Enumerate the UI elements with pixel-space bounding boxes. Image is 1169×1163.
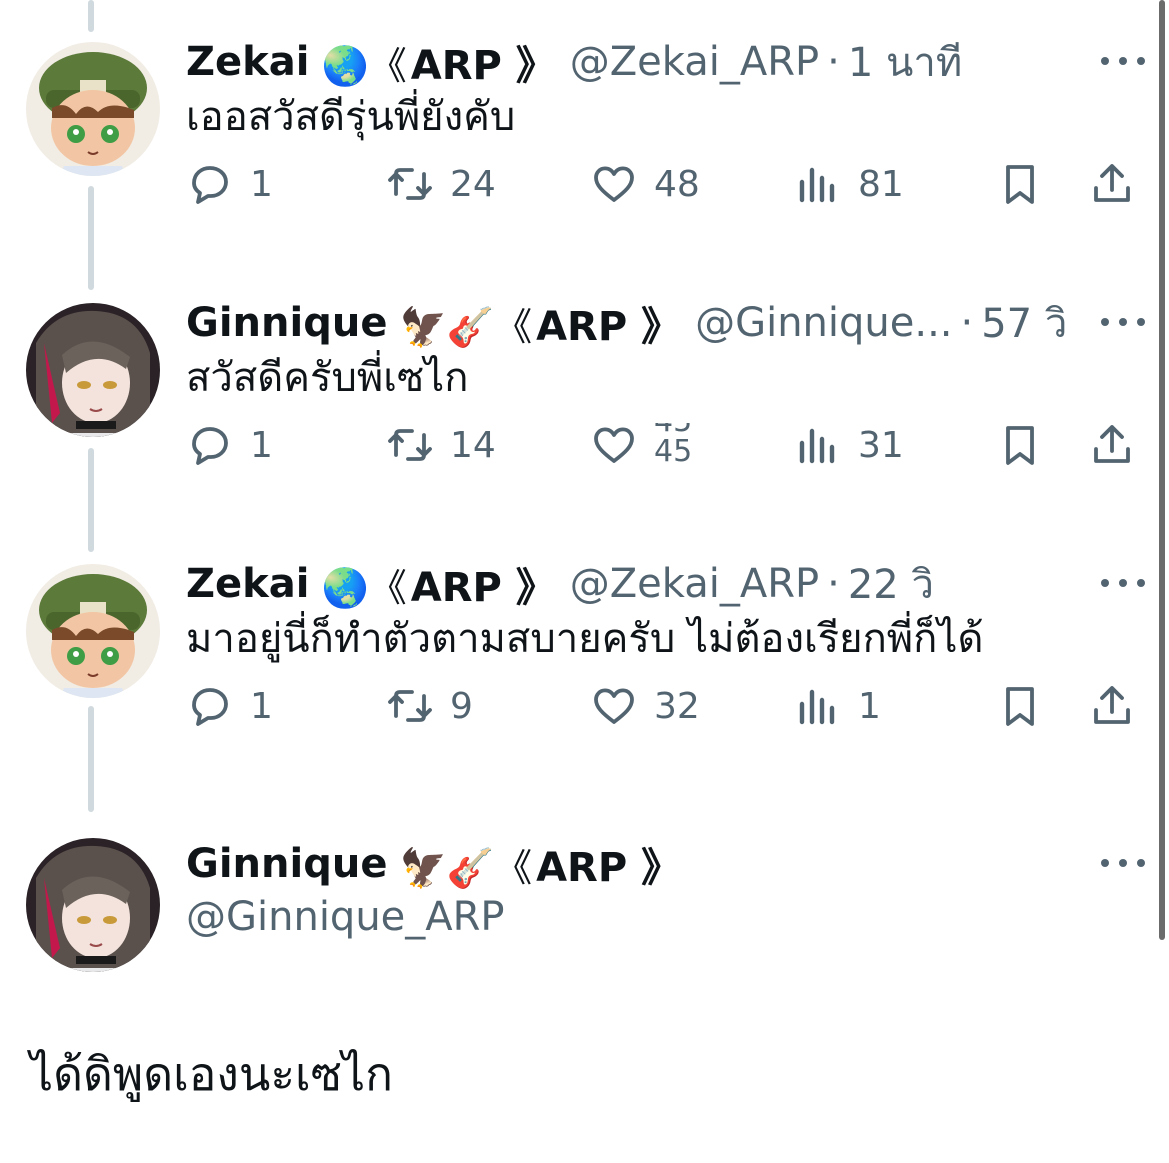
like-count: 45 45 — [654, 423, 692, 467]
views-icon — [799, 167, 835, 203]
name-emoji: 🦅🎸《 — [399, 845, 533, 890]
tweet-header: Zekai 🌏《 ARP 》 @Zekai_ARP · 22 วิ — [186, 554, 934, 614]
reply-icon — [192, 427, 228, 465]
like-count: 48 — [654, 163, 700, 205]
more-icon[interactable] — [1101, 848, 1145, 878]
display-name[interactable]: Ginnique — [186, 841, 387, 887]
timestamp[interactable]: 1 นาที — [848, 30, 962, 94]
tweet-actions: 1 24 48 81 — [0, 154, 1169, 214]
tweet-header: Zekai 🌏《 ARP 》 @Zekai_ARP · 1 นาที — [186, 32, 962, 92]
retweet-button[interactable]: 24 — [386, 154, 496, 214]
avatar[interactable] — [26, 838, 160, 972]
reply-count: 1 — [250, 685, 273, 727]
name-tag: ARP 》 — [410, 565, 556, 611]
display-name[interactable]: Ginnique — [186, 300, 387, 346]
share-button[interactable] — [1088, 415, 1136, 475]
share-button[interactable] — [1088, 676, 1136, 736]
retweet-icon — [388, 429, 432, 461]
focused-tweet-text: ได้ดิพูดเองนะเซไก — [30, 1047, 393, 1101]
user-handle[interactable]: @Zekai_ARP — [570, 39, 819, 85]
bookmark-icon — [1006, 687, 1034, 726]
like-button[interactable]: 32 — [590, 676, 700, 736]
name-tag: ARP 》 — [536, 304, 682, 350]
name-tag: ARP 》 — [536, 845, 682, 891]
share-icon — [1094, 686, 1130, 724]
reply-button[interactable]: 1 — [186, 154, 273, 214]
timestamp[interactable]: 57 วิ — [981, 291, 1067, 355]
view-count: 31 — [858, 424, 904, 466]
name-emoji: 🦅🎸《 — [399, 304, 533, 349]
tweet[interactable]: Zekai 🌏《 ARP 》 @Zekai_ARP · 1 นาที เออสว… — [0, 32, 1169, 262]
heart-icon — [594, 166, 634, 202]
reply-count: 1 — [250, 424, 273, 466]
heart-icon — [594, 427, 634, 463]
tweet-text: สวัสดีครับพี่เซไก — [186, 355, 469, 401]
reply-button[interactable]: 1 — [186, 415, 273, 475]
bookmark-icon — [1006, 165, 1034, 204]
retweet-icon — [388, 168, 432, 200]
tweet-text: เออสวัสดีรุ่นพี่ยังคับ — [186, 94, 516, 140]
separator-dot: · — [827, 561, 840, 607]
views-icon — [799, 689, 835, 725]
view-count: 81 — [858, 163, 904, 205]
tweet-actions: 1 14 45 45 31 — [0, 415, 1169, 475]
retweet-count: 9 — [450, 685, 473, 727]
retweet-button[interactable]: 9 — [386, 676, 473, 736]
tweet-text: มาอยู่นี่ก็ทำตัวตามสบายครับ ไม่ต้องเรียก… — [186, 616, 984, 662]
like-button[interactable]: 48 — [590, 154, 700, 214]
name-emoji: 🌏《 — [321, 565, 407, 610]
share-icon — [1094, 425, 1130, 463]
like-button[interactable]: 45 45 — [590, 415, 692, 475]
reply-icon — [192, 166, 228, 204]
bookmark-icon — [1006, 426, 1034, 465]
tweet[interactable]: Ginnique 🦅🎸《 ARP 》 @Ginnique... · 57 วิ … — [0, 293, 1169, 523]
reply-icon — [192, 688, 228, 726]
tweet-header: Ginnique 🦅🎸《 ARP 》 — [186, 834, 681, 894]
tweet[interactable]: Zekai 🌏《 ARP 》 @Zekai_ARP · 22 วิ มาอยู่… — [0, 554, 1169, 784]
like-count-rolling: 45 — [654, 434, 693, 467]
retweet-icon — [388, 690, 432, 722]
views-button[interactable]: 1 — [794, 676, 881, 736]
retweet-button[interactable]: 14 — [386, 415, 496, 475]
share-icon — [1094, 164, 1130, 202]
bookmark-button[interactable] — [996, 415, 1044, 475]
name-tag: ARP 》 — [410, 43, 556, 89]
tweet-actions: 1 9 32 1 — [0, 676, 1169, 736]
retweet-count: 14 — [450, 424, 496, 466]
more-icon[interactable] — [1101, 568, 1145, 598]
bookmark-button[interactable] — [996, 676, 1044, 736]
separator-dot: · — [827, 39, 840, 85]
display-name[interactable]: Zekai — [186, 39, 309, 85]
separator-dot: · — [960, 300, 974, 346]
name-emoji: 🌏《 — [321, 43, 407, 88]
views-button[interactable]: 81 — [794, 154, 904, 214]
views-button[interactable]: 31 — [794, 415, 904, 475]
user-handle[interactable]: @Ginnique_ARP — [186, 894, 505, 940]
bookmark-button[interactable] — [996, 154, 1044, 214]
retweet-count: 24 — [450, 163, 496, 205]
tweet-header: Ginnique 🦅🎸《 ARP 》 @Ginnique... · 57 วิ — [186, 293, 1067, 353]
display-name[interactable]: Zekai — [186, 561, 309, 607]
view-count: 1 — [858, 685, 881, 727]
more-icon[interactable] — [1101, 46, 1145, 76]
thread-line — [88, 0, 94, 32]
more-icon[interactable] — [1101, 307, 1145, 337]
reply-button[interactable]: 1 — [186, 676, 273, 736]
user-handle[interactable]: @Zekai_ARP — [570, 561, 819, 607]
heart-icon — [594, 688, 634, 724]
like-count: 32 — [654, 685, 700, 727]
reply-count: 1 — [250, 163, 273, 205]
views-icon — [799, 428, 835, 464]
user-handle[interactable]: @Ginnique... — [695, 300, 952, 346]
share-button[interactable] — [1088, 154, 1136, 214]
